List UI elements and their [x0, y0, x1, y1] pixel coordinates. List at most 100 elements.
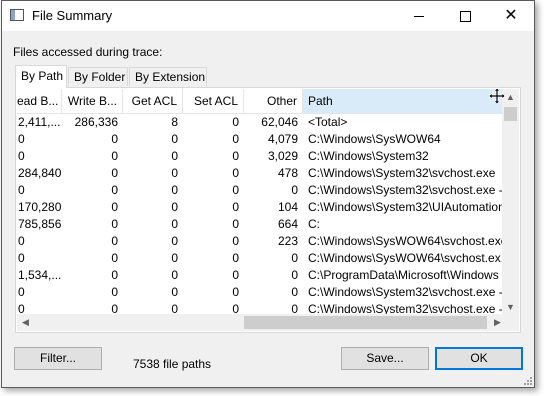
window-icon [10, 9, 24, 21]
cell-path: C:\Windows\SysWOW64\svchost.exe [308, 234, 506, 248]
cell-read-bytes: 0 [18, 132, 25, 146]
cell-path: C:\Windows\SysWOW64\svchost.ex... [308, 251, 506, 265]
horizontal-scroll-thumb[interactable] [244, 316, 487, 329]
cell-set-acl: 0 [232, 251, 239, 265]
cell-set-acl: 0 [232, 115, 239, 129]
move-cursor-icon [488, 87, 506, 105]
window-title: File Summary [32, 8, 113, 23]
cell-other: 3,029 [267, 149, 298, 163]
table-row[interactable]: 0 0 0 0 0 C:\Windows\SysWOW64\svchost.ex... [17, 250, 506, 267]
caption-label: Files accessed during trace: [13, 45, 163, 59]
table-row[interactable]: 0 0 0 0 0 C:\Windows\System32\svchost.exe -..… [17, 284, 506, 301]
table-row[interactable]: 170,280 0 0 0 104 C:\Windows\System32\UIAutom… [17, 199, 506, 216]
title-bar[interactable]: File Summary ✕ [2, 1, 534, 32]
cell-get-acl: 0 [171, 234, 178, 248]
cell-set-acl: 0 [232, 268, 239, 282]
cell-get-acl: 0 [171, 149, 178, 163]
minimize-button[interactable] [396, 1, 442, 31]
cell-write-bytes: 0 [111, 268, 118, 282]
tab-by-extension[interactable]: By Extension [129, 67, 207, 86]
column-header-path[interactable]: Path [303, 89, 506, 113]
vertical-scrollbar[interactable]: ▲ ▼ [502, 89, 519, 316]
table-row[interactable]: 0 0 0 0 0 C:\Windows\System32\svchost.exe -k [17, 182, 506, 199]
table-row[interactable]: 0 0 0 0 223 C:\Windows\SysWOW64\svchost.exe [17, 233, 506, 250]
column-header-write-bytes[interactable]: Write B... [62, 89, 123, 113]
tab-by-path[interactable]: By Path [15, 65, 67, 88]
file-list[interactable]: ead B... Write B... Get ACL Set ACL Othe… [17, 89, 506, 316]
cell-write-bytes: 0 [111, 200, 118, 214]
column-header-other[interactable]: Other [244, 89, 303, 113]
cell-write-bytes: 0 [111, 285, 118, 299]
ok-button[interactable]: OK [435, 347, 523, 370]
horizontal-scrollbar[interactable]: ◀ ▶ [17, 314, 506, 331]
cell-path: C:\Windows\System32 [308, 149, 429, 163]
cell-path: C:\ProgramData\Microsoft\Windows ... [308, 268, 506, 282]
tab-by-folder[interactable]: By Folder [68, 67, 128, 86]
table-row[interactable]: 0 0 0 0 3,029 C:\Windows\System32 [17, 148, 506, 165]
cell-set-acl: 0 [232, 234, 239, 248]
cell-get-acl: 8 [171, 115, 178, 129]
cell-set-acl: 0 [232, 217, 239, 231]
cell-read-bytes: 0 [18, 183, 25, 197]
maximize-button[interactable] [442, 1, 488, 31]
cell-read-bytes: 0 [18, 251, 25, 265]
cell-read-bytes: 0 [18, 149, 25, 163]
cell-other: 0 [291, 251, 298, 265]
table-row[interactable]: 284,840 0 0 0 478 C:\Windows\System32\svchost… [17, 165, 506, 182]
tab-panel: ead B... Write B... Get ACL Set ACL Othe… [15, 87, 521, 333]
list-header: ead B... Write B... Get ACL Set ACL Othe… [17, 89, 506, 114]
cell-other: 0 [291, 268, 298, 282]
cell-other: 104 [277, 200, 298, 214]
cell-path: C:\Windows\System32\UIAutomation... [308, 200, 506, 214]
cell-write-bytes: 0 [111, 251, 118, 265]
cell-get-acl: 0 [171, 268, 178, 282]
column-header-get-acl[interactable]: Get ACL [123, 89, 183, 113]
cell-other: 478 [277, 166, 298, 180]
resize-grip-icon[interactable] [522, 375, 532, 385]
cell-path: C:\Windows\SysWOW64 [308, 132, 441, 146]
table-row[interactable]: 785,856 0 0 0 664 C: [17, 216, 506, 233]
cell-read-bytes: 2,411,... [18, 115, 61, 129]
cell-set-acl: 0 [232, 149, 239, 163]
cell-other: 0 [291, 183, 298, 197]
cell-read-bytes: 785,856 [18, 217, 62, 231]
cell-get-acl: 0 [171, 183, 178, 197]
table-row[interactable]: 0 0 0 0 4,079 C:\Windows\SysWOW64 [17, 131, 506, 148]
cell-read-bytes: 284,840 [18, 166, 62, 180]
cell-other: 664 [277, 217, 298, 231]
filter-button[interactable]: Filter... [14, 347, 102, 370]
close-button[interactable]: ✕ [488, 1, 534, 31]
cell-write-bytes: 0 [111, 217, 118, 231]
cell-other: 223 [277, 234, 298, 248]
cell-get-acl: 0 [171, 251, 178, 265]
cell-read-bytes: 1,534,... [18, 268, 62, 282]
cell-set-acl: 0 [232, 132, 239, 146]
cell-path: <Total> [308, 115, 348, 129]
list-rows: 2,411,... 286,336 8 0 62,046 <Total> 0 0 0 0 4,079… [17, 114, 506, 316]
vertical-scroll-thumb[interactable] [504, 107, 517, 121]
table-row[interactable]: 2,411,... 286,336 8 0 62,046 <Total> [17, 114, 506, 131]
maximize-icon [459, 10, 471, 22]
table-row[interactable]: 1,534,... 0 0 0 0 C:\ProgramData\Microsoft\Wi… [17, 267, 506, 284]
column-header-set-acl[interactable]: Set ACL [183, 89, 244, 113]
cell-other: 4,079 [267, 132, 298, 146]
cell-write-bytes: 0 [111, 166, 118, 180]
cell-other: 0 [291, 285, 298, 299]
cell-read-bytes: 0 [18, 234, 25, 248]
cell-set-acl: 0 [232, 200, 239, 214]
column-header-read-bytes[interactable]: ead B... [17, 89, 62, 113]
close-icon: ✕ [504, 7, 518, 24]
scroll-left-icon[interactable]: ◀ [17, 314, 34, 331]
scrollbar-corner [502, 314, 519, 331]
cell-write-bytes: 286,336 [74, 115, 118, 129]
cell-get-acl: 0 [171, 217, 178, 231]
cell-path: C:\Windows\System32\svchost.exe -k [308, 183, 506, 197]
cell-read-bytes: 170,280 [18, 200, 62, 214]
cell-path: C:\Windows\System32\svchost.exe -... [308, 285, 506, 299]
cell-write-bytes: 0 [111, 149, 118, 163]
minimize-icon [414, 15, 424, 17]
cell-write-bytes: 0 [111, 132, 118, 146]
cell-get-acl: 0 [171, 166, 178, 180]
save-button[interactable]: Save... [341, 347, 429, 370]
file-count-label: 7538 file paths [133, 357, 212, 371]
